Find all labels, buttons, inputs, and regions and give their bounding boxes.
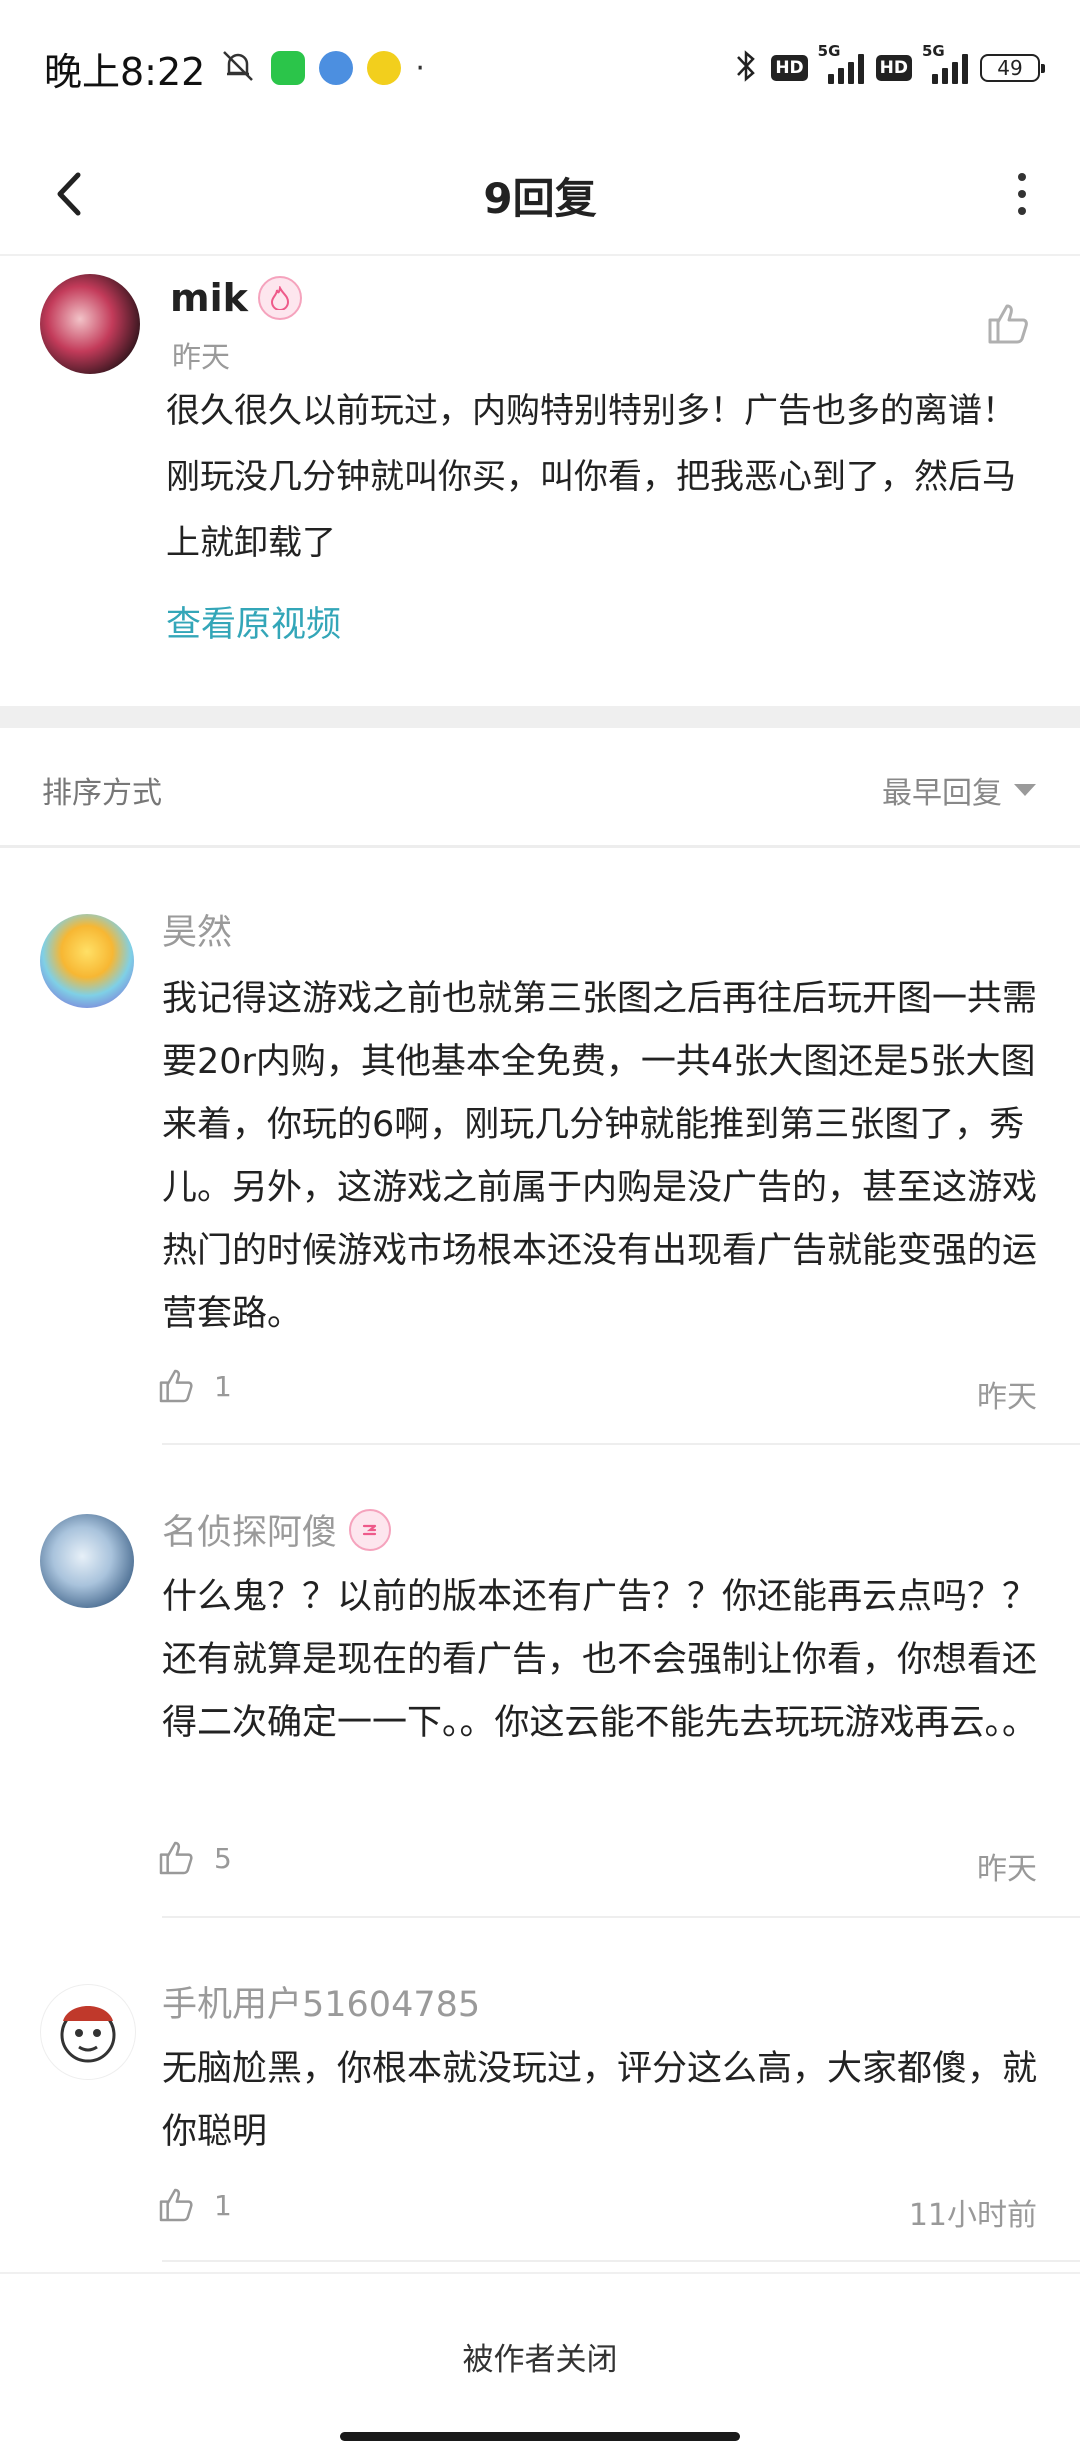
mute-bell-icon: [219, 47, 257, 89]
reply-text: 什么鬼？？以前的版本还有广告？？你还能再云点吗？？还有就算是现在的看广告，也不会…: [162, 1577, 1038, 1743]
app-notification-icon: [367, 51, 402, 85]
reply-item: 名侦探阿傻 什么鬼？？以前的版本还有广告？？你还能再云点吗？？还有就算是现在的看…: [0, 1448, 1080, 1920]
like-count: 5: [214, 1841, 232, 1875]
more-notifications-icon: ·: [415, 50, 425, 86]
reply-divider: [162, 2260, 1080, 2262]
dropdown-triangle-icon: [1014, 784, 1036, 796]
reply-author[interactable]: 名侦探阿傻: [162, 1504, 392, 1555]
more-dot-icon: [1018, 173, 1026, 181]
sort-label: 排序方式: [42, 776, 162, 811]
comment-time: 昨天: [172, 340, 231, 374]
reply-time: 昨天: [977, 1380, 1037, 1415]
like-button[interactable]: 5: [156, 1838, 232, 1878]
like-count: 1: [214, 1369, 232, 1403]
more-options-button[interactable]: [992, 164, 1052, 224]
like-count: 1: [214, 2188, 232, 2222]
browser-icon: [319, 51, 354, 85]
main-comment: mik 昨天 很久很久以前玩过，内购特别特别多！广告也多的离谱！刚玩没几分钟就叫…: [0, 256, 1080, 706]
thumbs-up-icon: [159, 1841, 193, 1875]
signal-5g-icon: 5G: [818, 42, 864, 84]
hd-voice-badge-2: HD: [875, 55, 912, 81]
sort-dropdown[interactable]: 最早回复: [882, 768, 1036, 812]
more-dot-icon: [1018, 190, 1026, 198]
signal-5g-icon-2: 5G: [922, 42, 968, 84]
username[interactable]: 昊然: [162, 904, 232, 955]
like-button[interactable]: 1: [156, 2185, 232, 2225]
username[interactable]: 手机用户51604785: [162, 1976, 480, 2027]
network-type-label: 5G: [817, 42, 841, 60]
avatar[interactable]: [40, 914, 134, 1008]
reply-divider: [162, 1443, 1080, 1445]
thumbs-up-icon: [988, 304, 1028, 344]
like-button[interactable]: 1: [156, 1366, 232, 1406]
view-original-video-link[interactable]: 查看原视频: [166, 596, 341, 647]
page-header: 9回复: [0, 136, 1080, 254]
reply-text: 我记得这游戏之前也就第三张图之后再往后玩开图一共需要20r内购，其他基本全免费，…: [162, 979, 1038, 1334]
comment-text: 很久很久以前玩过，内购特别特别多！广告也多的离谱！刚玩没几分钟就叫你买，叫你看，…: [166, 391, 1016, 563]
bluetooth-icon: [733, 47, 759, 89]
reply-divider: [162, 1916, 1080, 1918]
reply-time: 昨天: [977, 1852, 1037, 1887]
reply-time: 11小时前: [908, 2198, 1037, 2233]
avatar[interactable]: [40, 1984, 136, 2080]
more-dot-icon: [1018, 207, 1026, 215]
network-type-label-2: 5G: [922, 42, 945, 60]
sort-bar: 排序方式 最早回复: [0, 728, 1080, 846]
page-title: 9回复: [483, 173, 597, 223]
like-button[interactable]: [984, 300, 1040, 356]
level-badge-icon: [257, 276, 302, 320]
status-bar: 晚上8:22 · HD 5G HD 5G 49: [0, 0, 1080, 136]
section-separator: [0, 706, 1080, 728]
level-badge-icon: [349, 1508, 392, 1551]
reply-author[interactable]: 手机用户51604785: [162, 1976, 480, 2027]
sort-selected-value[interactable]: 最早回复: [882, 768, 1002, 812]
reply-item: 昊然 我记得这游戏之前也就第三张图之后再往后玩开图一共需要20r内购，其他基本全…: [0, 848, 1080, 1448]
hd-voice-badge: HD: [771, 55, 808, 81]
username[interactable]: 名侦探阿傻: [162, 1504, 337, 1555]
username[interactable]: mik: [170, 276, 248, 320]
back-button[interactable]: [40, 164, 100, 224]
battery-indicator: 49: [980, 54, 1045, 82]
replies-closed-text: 被作者关闭: [462, 2342, 618, 2378]
thumbs-up-icon: [159, 1369, 193, 1403]
home-indicator[interactable]: [340, 2432, 740, 2441]
comment-author[interactable]: mik: [170, 276, 302, 320]
status-time: 晚上8:22: [44, 49, 206, 94]
chevron-left-icon: [57, 172, 81, 216]
replies-closed-bar: 被作者关闭: [0, 2272, 1080, 2426]
reply-text: 无脑尬黑，你根本就没玩过，评分这么高，大家都傻，就你聪明: [162, 2049, 1038, 2152]
thumbs-up-icon: [159, 2188, 193, 2222]
avatar[interactable]: [40, 274, 140, 374]
wechat-icon: [271, 51, 306, 85]
reply-item: 手机用户51604785 无脑尬黑，你根本就没玩过，评分这么高，大家都傻，就你聪…: [0, 1920, 1080, 2272]
avatar[interactable]: [40, 1514, 134, 1608]
cartoon-character-icon: [60, 2006, 116, 2063]
reply-author[interactable]: 昊然: [162, 904, 232, 955]
